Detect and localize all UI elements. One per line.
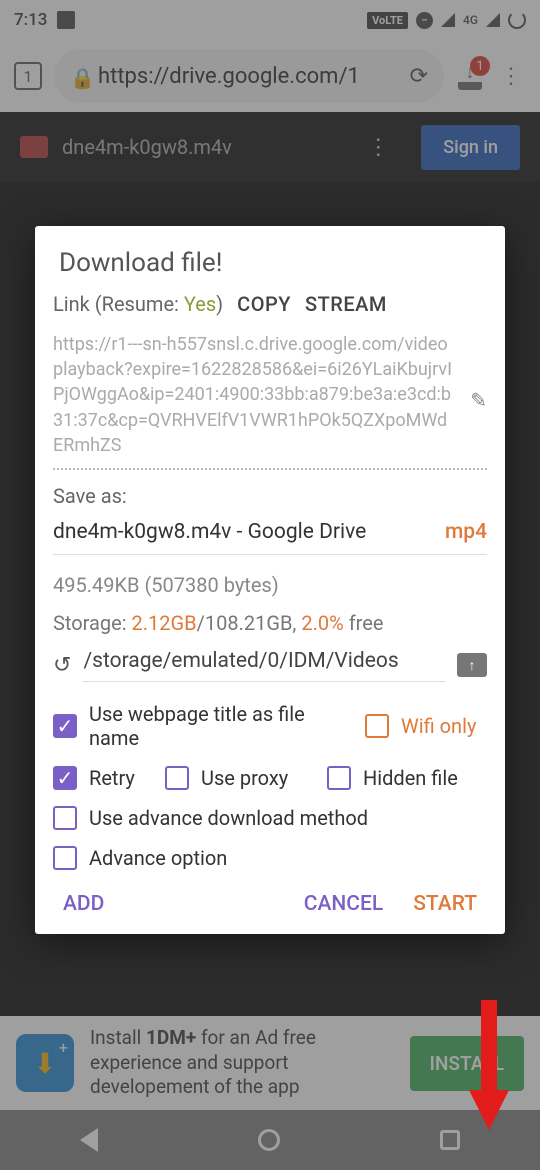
- recents-button[interactable]: [440, 1130, 460, 1150]
- page-file-name: dne4m-k0gw8.m4v: [62, 135, 335, 159]
- checkbox-icon: [327, 766, 351, 790]
- opt-retry[interactable]: ✓ Retry: [53, 766, 153, 790]
- home-button[interactable]: [258, 1129, 280, 1151]
- browser-toolbar: 1 🔒 https://drive.google.com/1 ⟳ ↓ 1 ⋮: [0, 40, 540, 112]
- options-group: ✓ Use webpage title as file name Wifi on…: [53, 702, 487, 870]
- signal-icon-2: [486, 13, 500, 27]
- signal-icon-1: [441, 13, 455, 27]
- stream-button[interactable]: STREAM: [305, 292, 387, 316]
- folder-up-icon[interactable]: ↑: [457, 653, 487, 677]
- opt-hidden-file[interactable]: Hidden file: [327, 766, 487, 790]
- opt-advance-option[interactable]: Advance option: [53, 846, 487, 870]
- edit-url-icon[interactable]: ✎: [470, 388, 487, 412]
- volte-badge: VoLTE: [367, 12, 408, 29]
- page-header: dne4m-k0gw8.m4v ⋮ Sign in: [0, 112, 540, 182]
- checkbox-icon: [365, 714, 389, 738]
- resume-value: Yes: [184, 292, 216, 316]
- dnd-icon: −: [416, 12, 433, 29]
- add-button[interactable]: ADD: [63, 892, 104, 916]
- download-url-block: https://r1---sn-h557snsl.c.drive.google.…: [53, 332, 487, 470]
- file-size: 495.49KB (507380 bytes): [53, 573, 487, 597]
- save-as-row: dne4m-k0gw8.m4v - Google Drive mp4: [53, 520, 487, 555]
- address-bar[interactable]: 🔒 https://drive.google.com/1 ⟳: [54, 49, 444, 103]
- dialog-actions: ADD CANCEL START: [53, 892, 487, 916]
- loading-spinner-icon: [508, 11, 526, 29]
- copy-link-button[interactable]: COPY: [237, 292, 291, 316]
- start-button[interactable]: START: [413, 892, 477, 916]
- save-as-label: Save as:: [53, 484, 487, 508]
- page-menu-button[interactable]: ⋮: [349, 135, 407, 160]
- checkbox-icon: [53, 806, 77, 830]
- save-path-input[interactable]: /storage/emulated/0/IDM/Videos: [83, 649, 445, 682]
- extension-button[interactable]: mp4: [445, 520, 487, 544]
- path-row: ↺ /storage/emulated/0/IDM/Videos ↑: [53, 649, 487, 682]
- status-time: 7:13: [14, 10, 47, 30]
- sign-in-button[interactable]: Sign in: [421, 125, 520, 170]
- status-bar: 7:13 VoLTE − 4G: [0, 0, 540, 40]
- download-dialog: Download file! Link (Resume: Yes) COPY S…: [35, 226, 505, 934]
- opt-advance-method[interactable]: Use advance download method: [53, 806, 487, 830]
- url-text: https://drive.google.com/1: [98, 64, 398, 89]
- checkbox-checked-icon: ✓: [53, 714, 77, 738]
- download-url: https://r1---sn-h557snsl.c.drive.google.…: [53, 332, 487, 458]
- ad-text: Install 1DM+ for an Ad free experience a…: [90, 1026, 394, 1100]
- lock-icon: 🔒: [70, 66, 86, 86]
- checkbox-checked-icon: ✓: [53, 766, 77, 790]
- picture-icon: [57, 11, 75, 29]
- opt-wifi-only[interactable]: Wifi only: [365, 702, 485, 750]
- save-as-input[interactable]: dne4m-k0gw8.m4v - Google Drive: [53, 520, 437, 544]
- tab-count-button[interactable]: 1: [14, 62, 42, 90]
- opt-use-proxy[interactable]: Use proxy: [165, 766, 315, 790]
- download-count-badge: 1: [470, 56, 490, 76]
- history-icon[interactable]: ↺: [53, 653, 71, 678]
- network-label: 4G: [463, 13, 478, 27]
- opt-webpage-title[interactable]: ✓ Use webpage title as file name: [53, 702, 353, 750]
- back-button[interactable]: [80, 1128, 98, 1152]
- ad-banner: ⬇+ Install 1DM+ for an Ad free experienc…: [0, 1016, 540, 1110]
- refresh-icon[interactable]: ⟳: [410, 64, 428, 89]
- storage-info: Storage: 2.12GB/108.21GB, 2.0% free: [53, 611, 487, 635]
- install-button[interactable]: INSTALL: [410, 1036, 524, 1091]
- checkbox-icon: [165, 766, 189, 790]
- downloads-button[interactable]: ↓ 1: [456, 62, 484, 90]
- video-file-icon: [20, 136, 48, 158]
- ad-app-icon: ⬇+: [16, 1034, 74, 1092]
- menu-button[interactable]: ⋮: [496, 64, 526, 89]
- dialog-title: Download file!: [53, 248, 487, 278]
- checkbox-icon: [53, 846, 77, 870]
- cancel-button[interactable]: CANCEL: [304, 892, 383, 916]
- android-nav-bar: [0, 1110, 540, 1170]
- link-row: Link (Resume: Yes) COPY STREAM: [53, 292, 487, 316]
